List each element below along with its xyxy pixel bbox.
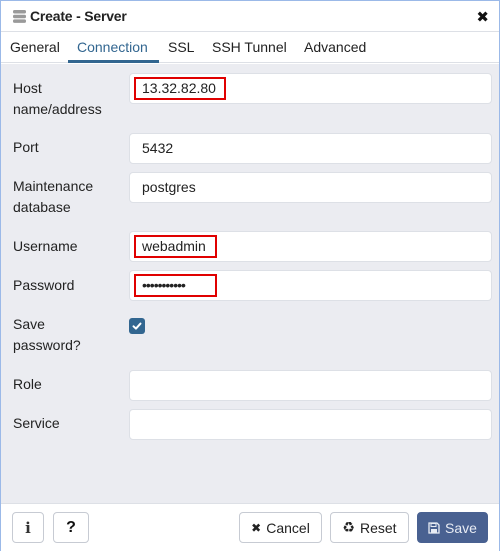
username-highlight-box — [134, 235, 217, 258]
tab-connection[interactable]: Connection — [77, 39, 148, 55]
checkmark-icon — [132, 322, 142, 330]
server-icon — [13, 10, 26, 23]
password-label: Password — [13, 277, 75, 293]
host-label: Host name/address — [13, 78, 102, 120]
role-input[interactable] — [129, 370, 492, 401]
maintenance-db-label-line1: Maintenance — [13, 178, 94, 194]
info-icon: i — [25, 518, 31, 537]
save-password-checkbox[interactable] — [129, 318, 145, 334]
maintenance-db-input[interactable]: postgres — [129, 172, 492, 203]
floppy-disk-icon — [428, 521, 440, 534]
tab-ssl[interactable]: SSL — [168, 39, 194, 55]
tab-ssh-tunnel[interactable]: SSH Tunnel — [212, 39, 287, 55]
close-icon: ✖ — [251, 520, 262, 535]
port-input[interactable]: 5432 — [129, 133, 492, 164]
maintenance-db-label-line2: database — [13, 199, 71, 215]
tab-bar: General Connection SSL SSH Tunnel Advanc… — [1, 33, 499, 63]
save-label: Save — [445, 519, 477, 536]
host-label-line1: Host — [13, 80, 42, 96]
port-label: Port — [13, 139, 39, 155]
maintenance-db-label: Maintenance database — [13, 176, 93, 218]
service-label: Service — [13, 415, 60, 431]
cancel-button[interactable]: ✖ Cancel — [239, 512, 322, 543]
create-server-dialog: Create - Server ✖ General Connection SSL… — [0, 0, 500, 551]
reset-button[interactable]: ♻ Reset — [330, 512, 409, 543]
help-icon: ? — [66, 518, 76, 536]
connection-form: Host name/address 13.32.82.80 Port 5432 … — [1, 64, 499, 503]
dialog-footer: i ? ✖ Cancel ♻ Reset Save — [1, 503, 499, 551]
save-button[interactable]: Save — [417, 512, 488, 543]
cancel-label: Cancel — [266, 519, 310, 536]
password-highlight-box — [134, 274, 217, 297]
dialog-titlebar[interactable]: Create - Server ✖ — [1, 1, 499, 32]
username-label: Username — [13, 238, 78, 254]
recycle-icon: ♻ — [342, 519, 355, 535]
host-label-line2: name/address — [13, 101, 102, 117]
close-icon[interactable]: ✖ — [476, 8, 489, 26]
active-tab-indicator — [68, 60, 159, 63]
role-label: Role — [13, 376, 42, 392]
save-password-label-line1: Save — [13, 316, 45, 332]
tab-general[interactable]: General — [10, 39, 60, 55]
host-highlight-box — [134, 77, 226, 100]
reset-label: Reset — [359, 519, 397, 536]
save-password-label-line2: password? — [13, 337, 81, 353]
tab-advanced[interactable]: Advanced — [304, 39, 366, 55]
info-button[interactable]: i — [12, 512, 44, 543]
service-input[interactable] — [129, 409, 492, 440]
help-button[interactable]: ? — [53, 512, 89, 543]
save-password-label: Save password? — [13, 314, 81, 356]
dialog-title: Create - Server — [30, 8, 127, 24]
